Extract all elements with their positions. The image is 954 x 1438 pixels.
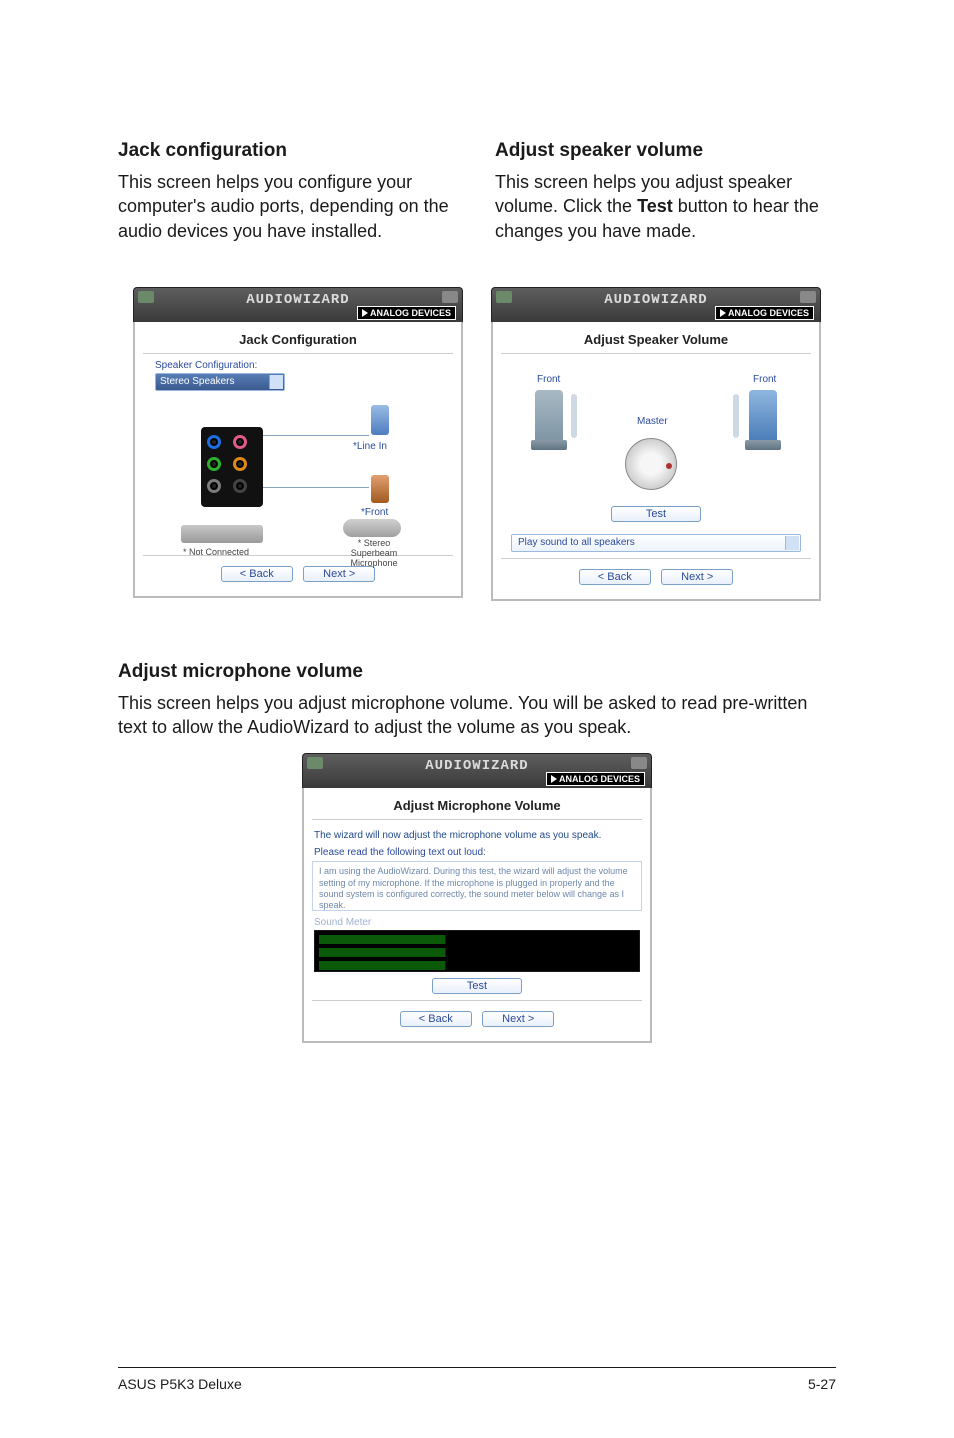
master-volume-knob[interactable]	[625, 438, 677, 490]
next-button[interactable]: Next >	[482, 1011, 554, 1027]
speaker-wizard-subtitle: Adjust Speaker Volume	[501, 332, 811, 347]
sound-meter-label: Sound Meter	[314, 917, 640, 928]
front-caption: *Front	[361, 507, 388, 518]
front-left-slider[interactable]	[571, 394, 577, 438]
back-button[interactable]: < Back	[400, 1011, 472, 1027]
front-right-label: Front	[753, 374, 776, 385]
analog-devices-logo: ANALOG DEVICES	[715, 306, 814, 320]
line-in-device-icon	[371, 405, 389, 435]
back-button[interactable]: < Back	[579, 569, 651, 585]
wizard-titlebar: AUDIOWIZARD ANALOG DEVICES	[133, 287, 463, 322]
playback-target-select[interactable]: Play sound to all speakers	[511, 534, 801, 552]
front-left-label: Front	[537, 374, 560, 385]
mic-wizard-subtitle: Adjust Microphone Volume	[312, 798, 642, 813]
mic-wizard-window: AUDIOWIZARD ANALOG DEVICES Adjust Microp…	[302, 753, 652, 1043]
wizard-titlebar: AUDIOWIZARD ANALOG DEVICES	[491, 287, 821, 322]
chevron-down-icon[interactable]	[269, 375, 283, 389]
analog-devices-logo: ANALOG DEVICES	[546, 772, 645, 786]
test-button[interactable]: Test	[611, 506, 701, 522]
jack-port[interactable]	[233, 435, 247, 449]
jack-wizard-subtitle: Jack Configuration	[143, 332, 453, 347]
speaker-wizard-window: AUDIOWIZARD ANALOG DEVICES Adjust Speake…	[491, 287, 821, 601]
microphone-label: * Stereo Superbeam Microphone	[339, 539, 409, 569]
not-connected-label: * Not Connected	[183, 547, 249, 557]
sound-meter-bar	[319, 935, 635, 944]
chevron-down-icon[interactable]	[785, 536, 799, 550]
front-right-speaker-icon	[749, 390, 777, 442]
wizard-title-text: AUDIOWIZARD	[246, 292, 349, 308]
mic-wizard-desc: The wizard will now adjust the microphon…	[314, 830, 640, 841]
adjust-speaker-body: This screen helps you adjust speaker vol…	[495, 170, 836, 243]
jack-config-body: This screen helps you configure your com…	[118, 170, 459, 243]
connection-line	[259, 435, 369, 436]
close-icon[interactable]	[442, 291, 458, 303]
jack-port[interactable]	[207, 435, 221, 449]
speaker-config-select[interactable]: Stereo Speakers	[155, 373, 285, 391]
jack-panel	[201, 427, 263, 507]
front-speaker-device-icon	[371, 475, 389, 503]
sound-meter-bar	[319, 961, 635, 970]
wizard-app-icon	[496, 291, 512, 303]
jack-port[interactable]	[233, 457, 247, 471]
jack-port[interactable]	[207, 457, 221, 471]
sound-meter	[314, 930, 640, 972]
wizard-title-text: AUDIOWIZARD	[604, 292, 707, 308]
speaker-config-value: Stereo Speakers	[160, 376, 235, 387]
not-connected-device-icon	[181, 525, 263, 543]
mic-read-textbox: I am using the AudioWizard. During this …	[312, 861, 642, 911]
next-button[interactable]: Next >	[661, 569, 733, 585]
front-right-slider[interactable]	[733, 394, 739, 438]
analog-devices-logo: ANALOG DEVICES	[357, 306, 456, 320]
adjust-speaker-body-bold: Test	[637, 196, 673, 216]
line-in-caption: *Line In	[353, 441, 387, 452]
front-left-speaker-icon	[535, 390, 563, 442]
test-button[interactable]: Test	[432, 978, 522, 994]
playback-target-value: Play sound to all speakers	[518, 537, 635, 548]
wizard-titlebar: AUDIOWIZARD ANALOG DEVICES	[302, 753, 652, 788]
wizard-app-icon	[307, 757, 323, 769]
jack-port[interactable]	[207, 479, 221, 493]
connection-line	[259, 487, 369, 488]
mic-read-label: Please read the following text out loud:	[314, 847, 640, 858]
speaker-config-label: Speaker Configuration:	[155, 360, 453, 371]
close-icon[interactable]	[800, 291, 816, 303]
jack-wizard-window: AUDIOWIZARD ANALOG DEVICES Jack Configur…	[133, 287, 463, 601]
wizard-title-text: AUDIOWIZARD	[425, 758, 528, 774]
microphone-device-icon	[343, 519, 401, 537]
footer-left: ASUS P5K3 Deluxe	[118, 1376, 242, 1392]
close-icon[interactable]	[631, 757, 647, 769]
master-label: Master	[637, 416, 668, 427]
adjust-mic-body: This screen helps you adjust microphone …	[118, 691, 836, 740]
sound-meter-bar	[319, 948, 635, 957]
jack-diagram: *Line In *Front * Not Connected * Stereo…	[143, 399, 453, 549]
jack-port[interactable]	[233, 479, 247, 493]
adjust-mic-heading: Adjust microphone volume	[118, 661, 836, 683]
jack-config-heading: Jack configuration	[118, 140, 459, 162]
adjust-speaker-heading: Adjust speaker volume	[495, 140, 836, 162]
back-button[interactable]: < Back	[221, 566, 293, 582]
footer-page-number: 5-27	[808, 1376, 836, 1392]
wizard-app-icon	[138, 291, 154, 303]
